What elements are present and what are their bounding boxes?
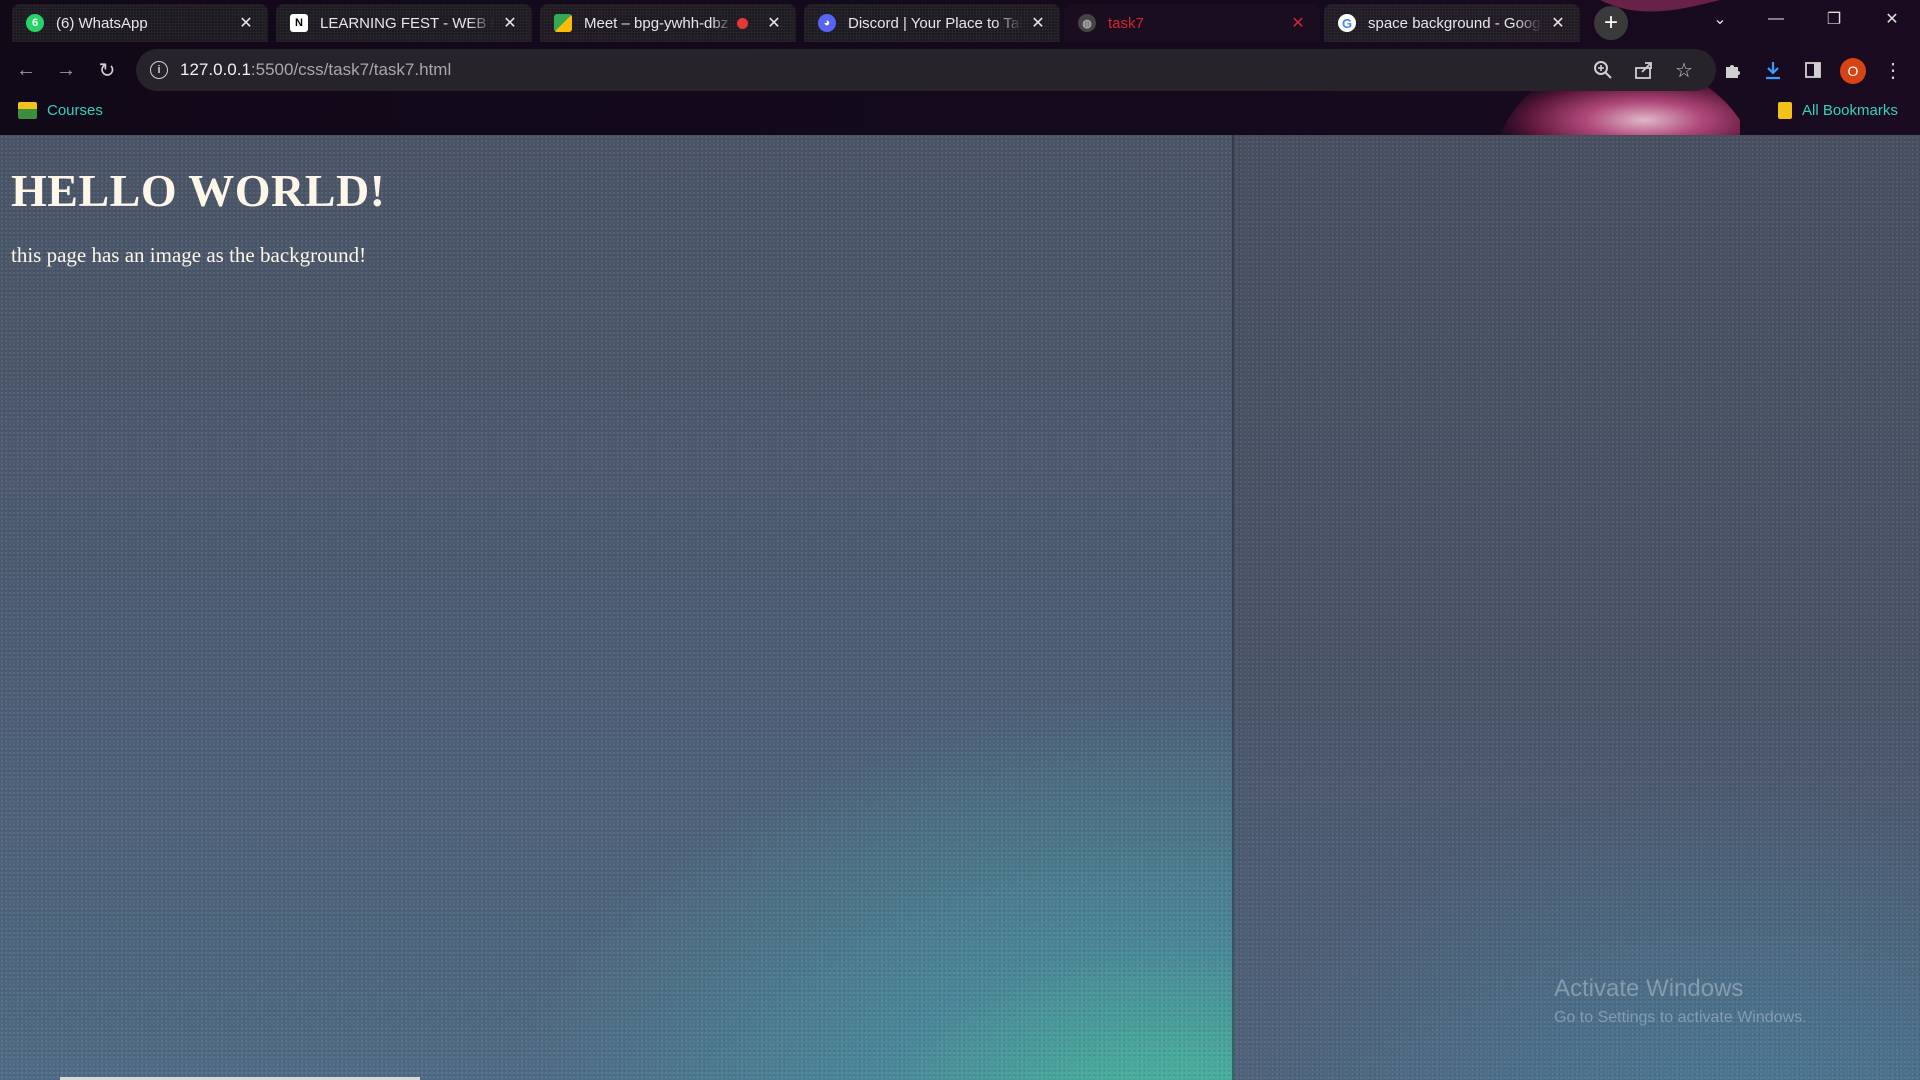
tab-title: Discord | Your Place to Talk [848, 14, 1022, 32]
close-icon: ✕ [1885, 11, 1899, 28]
tab-task7[interactable]: ◍ task7 ✕ [1064, 4, 1320, 42]
close-icon[interactable]: ✕ [500, 13, 520, 33]
background-tile [1234, 135, 1920, 1080]
tab-title: task7 [1108, 14, 1144, 32]
notion-icon: N [290, 14, 308, 32]
tab-learning-fest[interactable]: N LEARNING FEST - WEB DE ✕ [276, 4, 532, 42]
page-heading: HELLO WORLD! [11, 165, 386, 216]
plus-icon: + [1603, 9, 1618, 36]
discord-icon: ◕ [818, 14, 836, 32]
page-viewport: HELLO WORLD! this page has an image as t… [0, 135, 1920, 1080]
chevron-down-icon: ⌄ [1713, 11, 1727, 28]
tab-title: (6) WhatsApp [56, 14, 148, 32]
google-meet-icon [554, 14, 572, 32]
page-content: HELLO WORLD! this page has an image as t… [11, 135, 386, 268]
url-host: 127.0.0.1 [180, 60, 251, 79]
restore-button[interactable]: ❐ [1806, 0, 1862, 38]
back-button[interactable]: ← [10, 54, 42, 86]
url-path: :5500/css/task7/task7.html [250, 60, 452, 79]
folder-icon [1778, 102, 1792, 119]
whatsapp-icon: 6 [26, 14, 44, 32]
site-info-icon[interactable]: i [150, 61, 168, 79]
tab-title: LEARNING FEST - WEB DE [320, 14, 494, 32]
restore-icon: ❐ [1826, 11, 1842, 28]
new-tab-button[interactable]: + [1594, 6, 1628, 40]
all-bookmarks-label: All Bookmarks [1802, 102, 1898, 119]
all-bookmarks-button[interactable]: All Bookmarks [1778, 102, 1898, 119]
globe-icon: ◍ [1078, 14, 1096, 32]
minimize-button[interactable]: — [1748, 0, 1804, 38]
tab-title: space background - Google [1368, 14, 1542, 32]
address-bar[interactable]: i 127.0.0.1:5500/css/task7/task7.html ☆ [136, 49, 1716, 91]
browser-chrome: 6 (6) WhatsApp ✕ N LEARNING FEST - WEB D… [0, 0, 1920, 135]
share-icon[interactable] [1633, 59, 1655, 81]
bookmarks-bar: Courses All Bookmarks [0, 98, 1920, 128]
watermark-subtitle: Go to Settings to activate Windows. [1554, 1009, 1807, 1026]
page-paragraph: this page has an image as the background… [11, 243, 367, 267]
menu-icon[interactable]: ⋮ [1880, 57, 1906, 83]
close-icon[interactable]: ✕ [1028, 13, 1048, 33]
tab-search-button[interactable]: ⌄ [1692, 0, 1748, 38]
bookmark-label: Courses [47, 102, 103, 119]
tab-discord[interactable]: ◕ Discord | Your Place to Talk ✕ [804, 4, 1060, 42]
tab-google-meet[interactable]: Meet – bpg-ywhh-dbz ✕ [540, 4, 796, 42]
bookmark-courses[interactable]: Courses [18, 102, 103, 119]
close-icon[interactable]: ✕ [764, 13, 784, 33]
arrow-left-icon: ← [16, 58, 36, 81]
background-texture [1234, 135, 1920, 1080]
extensions-icon[interactable] [1720, 57, 1746, 83]
tab-whatsapp[interactable]: 6 (6) WhatsApp ✕ [12, 4, 268, 42]
activate-windows-watermark: Activate Windows Go to Settings to activ… [1554, 975, 1807, 1027]
bookmark-folder-icon [18, 102, 37, 119]
tab-strip: 6 (6) WhatsApp ✕ N LEARNING FEST - WEB D… [0, 0, 1920, 42]
minimize-icon: — [1768, 10, 1784, 27]
tab-title: Meet – bpg-ywhh-dbz [584, 14, 729, 32]
watermark-title: Activate Windows [1554, 975, 1744, 1002]
recording-indicator-icon [737, 17, 748, 29]
close-icon[interactable]: ✕ [1288, 13, 1308, 33]
close-window-button[interactable]: ✕ [1864, 0, 1920, 38]
profile-avatar[interactable]: O [1840, 58, 1866, 84]
google-icon: G [1338, 14, 1356, 32]
toolbar: ← → ↻ i 127.0.0.1:5500/css/task7/task7.h… [0, 46, 1920, 94]
side-panel-icon[interactable] [1800, 57, 1826, 83]
close-icon[interactable]: ✕ [1548, 13, 1568, 33]
arrow-right-icon: → [56, 58, 76, 81]
reload-button[interactable]: ↻ [91, 54, 123, 86]
close-icon[interactable]: ✕ [236, 13, 256, 33]
tab-google-search[interactable]: G space background - Google ✕ [1324, 4, 1580, 42]
download-icon[interactable] [1760, 57, 1786, 83]
reload-icon: ↻ [98, 59, 116, 82]
zoom-icon[interactable] [1592, 59, 1614, 81]
forward-button[interactable]: → [50, 54, 82, 86]
star-icon[interactable]: ☆ [1673, 59, 1695, 82]
